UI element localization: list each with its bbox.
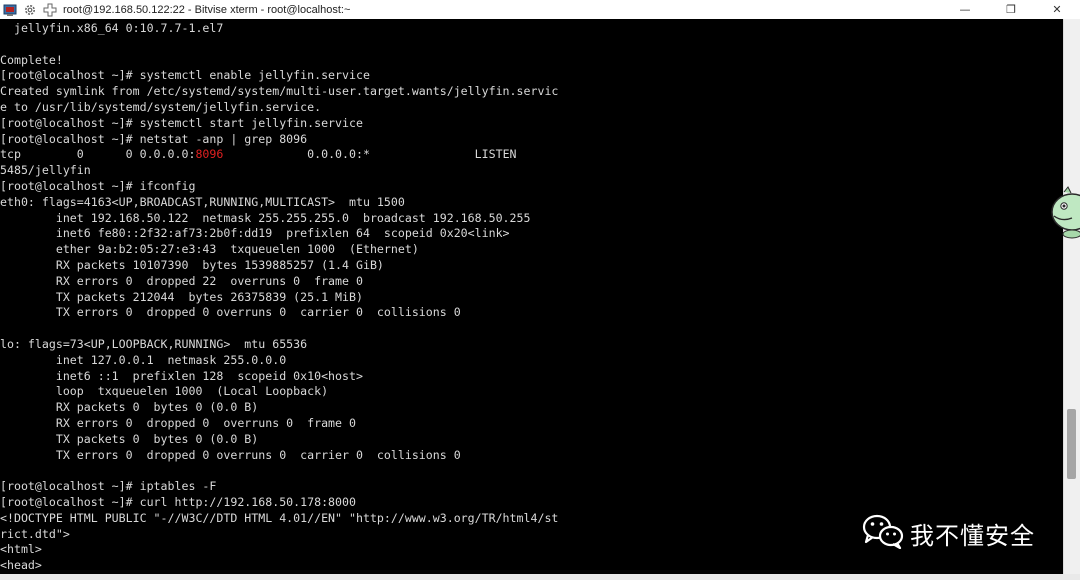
terminal-line: [root@localhost ~]# ifconfig bbox=[0, 178, 196, 193]
terminal-text: 0.0.0.0:* LISTEN bbox=[223, 147, 517, 162]
terminal-line: e to /usr/lib/systemd/system/jellyfin.se… bbox=[0, 99, 322, 114]
window-title: root@192.168.50.122:22 - Bitvise xterm -… bbox=[63, 3, 351, 16]
terminal-line: inet6 ::1 prefixlen 128 scopeid 0x10<hos… bbox=[0, 368, 363, 383]
terminal-window: root@192.168.50.122:22 - Bitvise xterm -… bbox=[0, 0, 1080, 580]
terminal-line: Complete! bbox=[0, 52, 63, 67]
watermark: 我不懂安全 bbox=[862, 513, 1035, 554]
terminal-line: tcp 0 0 0.0.0.0:8096 0.0.0.0:* LISTEN bbox=[0, 147, 1064, 163]
title-bar[interactable]: root@192.168.50.122:22 - Bitvise xterm -… bbox=[0, 0, 1080, 20]
terminal-line: eth0: flags=4163<UP,BROADCAST,RUNNING,MU… bbox=[0, 194, 405, 209]
terminal-line: [root@localhost ~]# curl http://192.168.… bbox=[0, 494, 356, 509]
terminal-line: inet6 fe80::2f32:af73:2b0f:dd19 prefixle… bbox=[0, 226, 510, 241]
vertical-scrollbar[interactable] bbox=[1063, 19, 1080, 574]
terminal-line: jellyfin.x86_64 0:10.7.7-1.el7 bbox=[0, 21, 224, 35]
terminal-area[interactable]: jellyfin.x86_64 0:10.7.7-1.el7 Complete![… bbox=[0, 19, 1064, 574]
terminal-line: RX packets 10107390 bytes 1539885257 (1.… bbox=[0, 257, 384, 272]
watermark-text: 我不懂安全 bbox=[910, 522, 1035, 550]
minimize-button[interactable]: — bbox=[942, 0, 988, 19]
terminal-line: [root@localhost ~]# systemctl enable jel… bbox=[0, 68, 370, 83]
gear-icon[interactable] bbox=[23, 3, 37, 17]
terminal-line: RX errors 0 dropped 22 overruns 0 frame … bbox=[0, 273, 363, 288]
terminal-line: [root@localhost ~]# iptables -F bbox=[0, 479, 217, 494]
dinosaur-mascot-icon bbox=[1050, 186, 1080, 242]
scrollbar-thumb[interactable] bbox=[1067, 409, 1076, 479]
terminal-output: jellyfin.x86_64 0:10.7.7-1.el7 Complete![… bbox=[0, 19, 1064, 574]
terminal-line: inet 192.168.50.122 netmask 255.255.255.… bbox=[0, 210, 531, 225]
close-button[interactable]: ✕ bbox=[1034, 0, 1080, 19]
window-controls: — ❐ ✕ bbox=[942, 0, 1080, 19]
terminal-line: Created symlink from /etc/systemd/system… bbox=[0, 84, 559, 99]
terminal-line: lo: flags=73<UP,LOOPBACK,RUNNING> mtu 65… bbox=[0, 336, 308, 351]
terminal-line: <head> bbox=[0, 558, 42, 573]
terminal-line: 5485/jellyfin bbox=[0, 163, 91, 178]
restore-button[interactable]: ❐ bbox=[988, 0, 1034, 19]
terminal-line: RX packets 0 bytes 0 (0.0 B) bbox=[0, 400, 259, 415]
terminal-line: [root@localhost ~]# systemctl start jell… bbox=[0, 115, 363, 130]
terminal-line: TX errors 0 dropped 0 overruns 0 carrier… bbox=[0, 305, 461, 320]
terminal-line: TX errors 0 dropped 0 overruns 0 carrier… bbox=[0, 447, 461, 462]
plus-icon[interactable] bbox=[43, 3, 57, 17]
terminal-line: TX packets 212044 bytes 26375839 (25.1 M… bbox=[0, 289, 363, 304]
wechat-icon bbox=[862, 513, 904, 554]
terminal-line: RX errors 0 dropped 0 overruns 0 frame 0 bbox=[0, 415, 356, 430]
terminal-line: [root@localhost ~]# netstat -anp | grep … bbox=[0, 131, 308, 146]
terminal-text: tcp 0 0 0.0.0.0: bbox=[0, 147, 196, 162]
putty-icon[interactable] bbox=[3, 3, 17, 17]
bottom-border bbox=[0, 574, 1080, 580]
terminal-line: inet 127.0.0.1 netmask 255.0.0.0 bbox=[0, 352, 287, 367]
terminal-line: ether 9a:b2:05:27:e3:43 txqueuelen 1000 … bbox=[0, 242, 419, 257]
terminal-line: TX packets 0 bytes 0 (0.0 B) bbox=[0, 431, 259, 446]
highlighted-port: 8096 bbox=[195, 147, 224, 162]
terminal-line: loop txqueuelen 1000 (Local Loopback) bbox=[0, 384, 329, 399]
